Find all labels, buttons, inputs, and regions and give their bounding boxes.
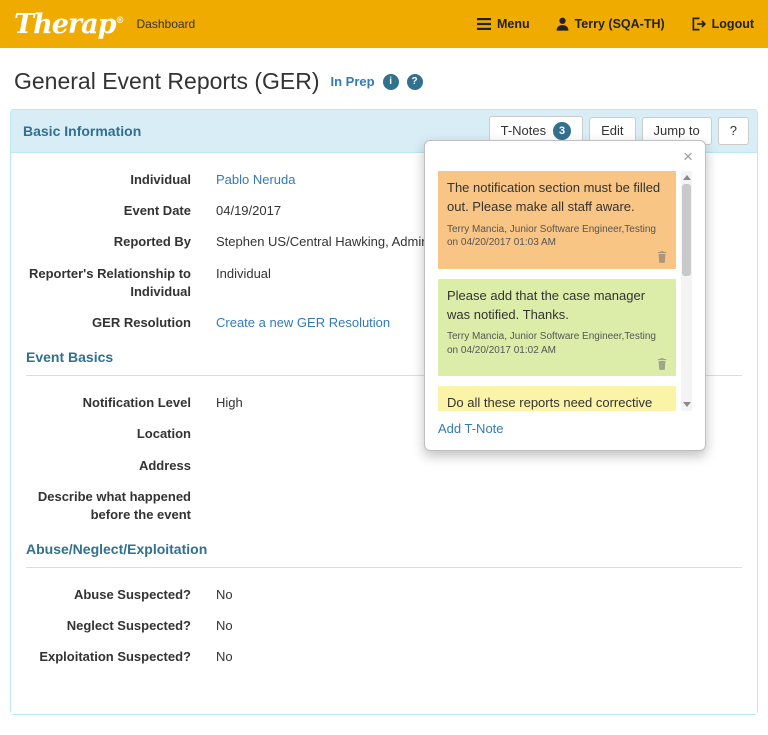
field-abuse-suspected: Abuse Suspected? No — [26, 586, 742, 604]
tnote-text: Do all these reports need corrective act… — [447, 395, 653, 411]
add-tnote-link[interactable]: Add T-Note — [438, 421, 504, 436]
tnotes-button-label: T-Notes — [500, 122, 547, 138]
page: Therap® Dashboard Menu Terry (SQA-TH) Lo — [0, 0, 768, 735]
field-label: Exploitation Suspected? — [39, 649, 191, 665]
dashboard-link[interactable]: Dashboard — [137, 17, 196, 31]
field-label: GER Resolution — [92, 314, 191, 330]
field-describe-before-event: Describe what happened before the event — [26, 488, 742, 524]
registered-mark: ® — [115, 15, 125, 26]
field-value: No — [216, 618, 233, 634]
field-value: No — [216, 649, 233, 665]
field-value: High — [216, 395, 243, 411]
scrollbar-thumb[interactable] — [682, 184, 691, 276]
info-icon[interactable]: i — [382, 73, 399, 90]
field-label: Reported By — [113, 234, 191, 250]
page-title: General Event Reports (GER) — [14, 68, 320, 94]
logout-icon — [691, 17, 706, 31]
scrollbar-up-arrow[interactable] — [682, 175, 691, 180]
user-button[interactable]: Terry (SQA-TH) — [556, 17, 665, 31]
menu-button[interactable]: Menu — [476, 17, 530, 31]
field-label: Address — [138, 457, 191, 473]
therap-logo[interactable]: Therap® — [14, 11, 125, 38]
field-label: Notification Level — [82, 395, 191, 411]
trash-icon[interactable] — [657, 250, 667, 266]
trash-icon[interactable] — [657, 358, 667, 373]
panel-title: Basic Information — [23, 123, 142, 139]
status-badge: In Prep — [330, 74, 375, 89]
tnote-footer — [447, 357, 667, 372]
tnote-text: The notification section must be filled … — [447, 180, 661, 214]
tnotes-count-badge: 3 — [553, 122, 572, 140]
field-label: Neglect Suspected? — [66, 618, 191, 634]
user-icon — [556, 17, 569, 31]
tnotes-scroll-area: The notification section must be filled … — [438, 171, 676, 411]
scrollbar[interactable] — [681, 171, 692, 411]
tnotes-popover: × The notification section must be fille… — [424, 140, 706, 451]
scrollbar-down-arrow[interactable] — [682, 402, 691, 407]
tnote-item: Please add that the case manager was not… — [438, 278, 676, 377]
tnote-meta: Terry Mancia, Junior Software Engineer,T… — [447, 331, 656, 356]
close-icon[interactable]: × — [681, 146, 695, 167]
field-address: Address — [26, 457, 742, 475]
field-label: Describe what happened before the event — [37, 488, 191, 522]
logout-button[interactable]: Logout — [691, 17, 754, 31]
field-label: Event Date — [123, 203, 191, 219]
help-icon[interactable]: ? — [406, 73, 423, 90]
tnote-item: Do all these reports need corrective act… — [438, 386, 676, 411]
field-label: Individual — [130, 172, 191, 187]
menu-label: Menu — [496, 17, 530, 31]
section-title-abuse-neglect-exploitation: Abuse/Neglect/Exploitation — [26, 537, 742, 569]
field-label: Reporter's Relationship to Individual — [29, 265, 191, 299]
create-ger-resolution-link[interactable]: Create a new GER Resolution — [216, 314, 390, 332]
field-label: Location — [136, 426, 191, 442]
field-neglect-suspected: Neglect Suspected? No — [26, 617, 742, 635]
brand-text: Therap — [14, 8, 116, 40]
logout-label: Logout — [711, 17, 754, 31]
field-value: No — [216, 587, 233, 603]
individual-link[interactable]: Pablo Neruda — [216, 171, 296, 189]
topbar-right: Menu Terry (SQA-TH) Logout — [476, 17, 754, 31]
tnote-item: The notification section must be filled … — [438, 171, 676, 269]
field-label: Abuse Suspected? — [73, 587, 191, 603]
tnote-footer — [447, 250, 667, 265]
field-value: Individual — [216, 265, 271, 281]
tnote-meta: Terry Mancia, Junior Software Engineer,T… — [447, 223, 656, 249]
tnotes-list: The notification section must be filled … — [438, 171, 692, 411]
field-exploitation-suspected: Exploitation Suspected? No — [26, 648, 742, 666]
tnote-text: Please add that the case manager was not… — [447, 287, 646, 322]
field-value: 04/19/2017 — [216, 203, 282, 219]
page-title-row: General Event Reports (GER) In Prep i ? — [0, 48, 768, 109]
user-label: Terry (SQA-TH) — [574, 17, 665, 31]
field-value: Stephen US/Central Hawking, Admin — [216, 234, 429, 250]
topbar: Therap® Dashboard Menu Terry (SQA-TH) Lo — [0, 0, 768, 48]
hamburger-icon — [476, 18, 491, 30]
panel-help-button[interactable]: ? — [717, 116, 749, 146]
